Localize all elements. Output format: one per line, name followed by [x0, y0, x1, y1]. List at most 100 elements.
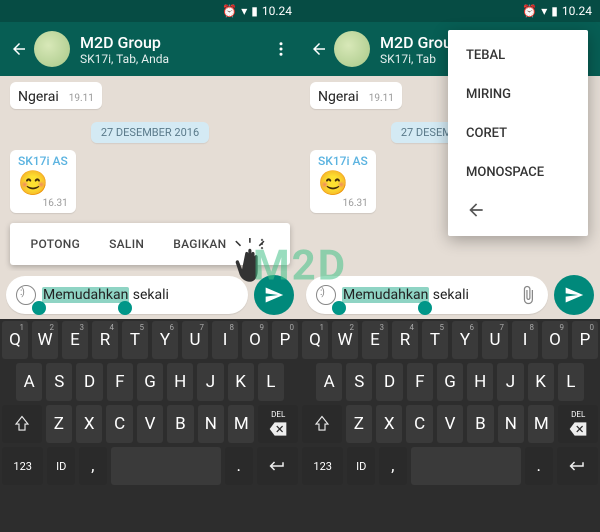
selection-handle[interactable] — [418, 301, 432, 315]
key-w[interactable]: 2W — [32, 321, 58, 359]
menu-bold[interactable]: TEBAL — [448, 36, 588, 75]
selection-handle[interactable] — [332, 301, 346, 315]
key-a[interactable]: A — [316, 363, 342, 401]
key-y[interactable]: 6Y — [152, 321, 178, 359]
menu-back[interactable] — [448, 192, 588, 230]
key-e[interactable]: 3E — [62, 321, 88, 359]
key-comma[interactable]: , — [79, 447, 107, 485]
key-backspace[interactable]: DEL — [558, 405, 598, 443]
emoji-icon[interactable] — [316, 285, 336, 305]
key-s[interactable]: S — [46, 363, 72, 401]
key-g[interactable]: G — [137, 363, 163, 401]
key-o[interactable]: 9O — [542, 321, 568, 359]
key-k[interactable]: K — [228, 363, 254, 401]
send-button[interactable] — [554, 275, 594, 315]
key-lang[interactable]: ID — [347, 447, 375, 485]
key-f[interactable]: F — [107, 363, 133, 401]
key-t[interactable]: 5T — [122, 321, 148, 359]
key-f[interactable]: F — [407, 363, 433, 401]
key-symbols[interactable]: 123 — [2, 447, 43, 485]
key-i[interactable]: 8I — [512, 321, 538, 359]
message-bubble[interactable]: SK17i AS 😊 16.31 — [310, 150, 376, 213]
key-p[interactable]: 0P — [572, 321, 598, 359]
key-e[interactable]: 3E — [362, 321, 388, 359]
message-time: 16.31 — [18, 198, 68, 209]
selection-handle[interactable] — [32, 301, 46, 315]
backspace-icon — [568, 419, 588, 439]
emoji-icon[interactable] — [16, 285, 36, 305]
key-shift[interactable] — [302, 405, 342, 443]
key-m[interactable]: M — [228, 405, 254, 443]
menu-strike[interactable]: CORET — [448, 114, 588, 153]
message-bubble[interactable]: SK17i AS 😊 16.31 — [10, 150, 76, 213]
key-w[interactable]: 2W — [332, 321, 358, 359]
avatar[interactable] — [334, 31, 370, 67]
more-icon[interactable] — [272, 40, 290, 58]
key-q[interactable]: 1Q — [2, 321, 28, 359]
key-d[interactable]: D — [376, 363, 402, 401]
key-i[interactable]: 8I — [212, 321, 238, 359]
key-x[interactable]: X — [76, 405, 102, 443]
key-x[interactable]: X — [376, 405, 402, 443]
key-r[interactable]: 4R — [392, 321, 418, 359]
key-period[interactable]: . — [525, 447, 553, 485]
menu-italic[interactable]: MIRING — [448, 75, 588, 114]
key-a[interactable]: A — [16, 363, 42, 401]
key-enter[interactable] — [557, 447, 598, 485]
key-shift[interactable] — [2, 405, 42, 443]
menu-monospace[interactable]: MONOSPACE — [448, 153, 588, 192]
key-u[interactable]: 7U — [182, 321, 208, 359]
key-v[interactable]: V — [137, 405, 163, 443]
selection-handle[interactable] — [118, 301, 132, 315]
key-lang[interactable]: ID — [47, 447, 75, 485]
key-n[interactable]: N — [198, 405, 224, 443]
key-symbols[interactable]: 123 — [302, 447, 343, 485]
key-t[interactable]: 5T — [422, 321, 448, 359]
key-h[interactable]: H — [167, 363, 193, 401]
copy-button[interactable]: SALIN — [109, 237, 144, 251]
key-backspace[interactable]: DEL — [258, 405, 298, 443]
key-u[interactable]: 7U — [482, 321, 508, 359]
key-space[interactable] — [111, 447, 221, 485]
key-k[interactable]: K — [528, 363, 554, 401]
key-s[interactable]: S — [346, 363, 372, 401]
back-icon[interactable] — [10, 40, 28, 58]
key-g[interactable]: G — [437, 363, 463, 401]
key-d[interactable]: D — [76, 363, 102, 401]
key-period[interactable]: . — [225, 447, 253, 485]
key-c[interactable]: C — [406, 405, 432, 443]
key-q[interactable]: 1Q — [302, 321, 328, 359]
key-v[interactable]: V — [437, 405, 463, 443]
key-j[interactable]: J — [497, 363, 523, 401]
back-icon[interactable] — [310, 40, 328, 58]
key-m[interactable]: M — [528, 405, 554, 443]
group-name: M2D Group — [80, 33, 272, 52]
message-bubble[interactable]: Ngerai 19.11 — [10, 82, 102, 109]
message-bubble[interactable]: Ngerai 19.11 — [310, 82, 402, 109]
input-row: Memudahkan sekali — [300, 271, 600, 319]
key-l[interactable]: L — [558, 363, 584, 401]
key-y[interactable]: 6Y — [452, 321, 478, 359]
key-z[interactable]: Z — [346, 405, 372, 443]
key-l[interactable]: L — [258, 363, 284, 401]
key-n[interactable]: N — [498, 405, 524, 443]
key-z[interactable]: Z — [46, 405, 72, 443]
message-time: 19.11 — [69, 93, 94, 104]
avatar[interactable] — [34, 31, 70, 67]
key-j[interactable]: J — [197, 363, 223, 401]
key-r[interactable]: 4R — [92, 321, 118, 359]
key-b[interactable]: B — [467, 405, 493, 443]
share-button[interactable]: BAGIKAN — [173, 237, 226, 251]
key-comma[interactable]: , — [379, 447, 407, 485]
key-p[interactable]: 0P — [272, 321, 298, 359]
attach-icon[interactable] — [518, 285, 538, 305]
key-b[interactable]: B — [167, 405, 193, 443]
key-c[interactable]: C — [106, 405, 132, 443]
key-h[interactable]: H — [467, 363, 493, 401]
cut-button[interactable]: POTONG — [31, 237, 81, 251]
key-o[interactable]: 9O — [242, 321, 268, 359]
header-title[interactable]: M2D Group SK17i, Tab, Anda — [80, 33, 272, 66]
key-enter[interactable] — [257, 447, 298, 485]
key-space[interactable] — [411, 447, 521, 485]
group-members: SK17i, Tab, Anda — [80, 52, 272, 66]
